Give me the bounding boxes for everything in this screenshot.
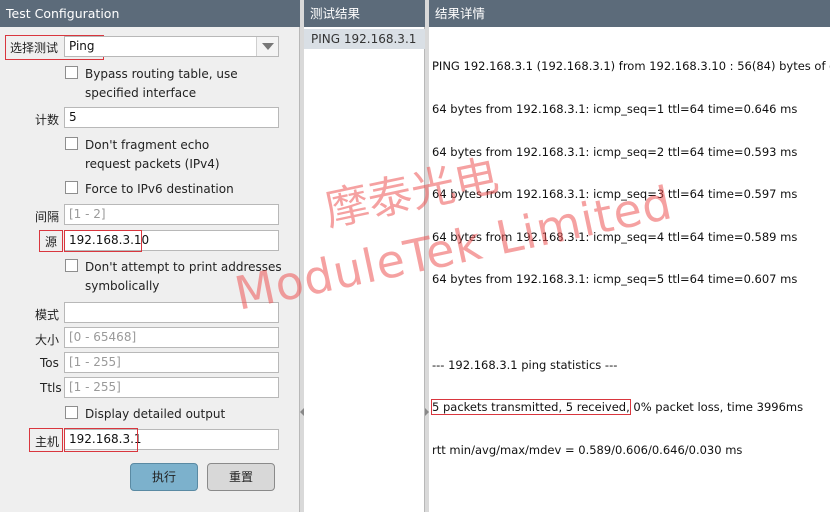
dont-fragment-option[interactable]: Don't fragment echo request packets (IPv… — [65, 136, 255, 174]
detailed-output-option[interactable]: Display detailed output — [65, 405, 285, 424]
test-results-title: 测试结果 — [304, 0, 425, 27]
count-label: 计数 — [35, 113, 60, 127]
detailed-output-checkbox[interactable] — [65, 406, 78, 419]
detailed-output-label: Display detailed output — [85, 407, 226, 421]
source-value-highlight — [64, 230, 142, 252]
tos-input[interactable]: [1 - 255] — [64, 352, 279, 373]
dont-fragment-checkbox[interactable] — [65, 137, 78, 150]
output-line: PING 192.168.3.1 (192.168.3.1) from 192.… — [432, 59, 830, 74]
size-input[interactable]: [0 - 65468] — [64, 327, 279, 348]
interval-input[interactable]: [1 - 2] — [64, 204, 279, 225]
dont-resolve-option[interactable]: Don't attempt to print addresses symboli… — [65, 258, 285, 296]
select-test-dropdown[interactable]: Ping — [64, 36, 279, 57]
dont-resolve-checkbox[interactable] — [65, 259, 78, 272]
output-line: 64 bytes from 192.168.3.1: icmp_seq=1 tt… — [432, 102, 798, 117]
select-test-value: Ping — [69, 39, 95, 53]
bypass-routing-label: Bypass routing table, use specified inte… — [85, 67, 238, 100]
test-configuration-panel: Test Configuration 选择测试 Ping Bypass rout… — [0, 0, 300, 512]
output-line: 64 bytes from 192.168.3.1: icmp_seq=5 tt… — [432, 272, 798, 287]
test-configuration-title: Test Configuration — [0, 0, 300, 27]
select-test-label: 选择测试 — [10, 41, 59, 55]
stats-highlight: 5 packets transmitted, 5 received, — [431, 399, 631, 416]
bypass-routing-option[interactable]: Bypass routing table, use specified inte… — [65, 65, 285, 103]
host-label: 主机 — [35, 435, 60, 449]
count-input[interactable]: 5 — [64, 107, 279, 128]
output-line: 64 bytes from 192.168.3.1: icmp_seq=2 tt… — [432, 144, 798, 159]
force-ipv6-label: Force to IPv6 destination — [85, 182, 234, 196]
size-label: 大小 — [35, 333, 60, 347]
ping-output: PING 192.168.3.1 (192.168.3.1) from 192.… — [431, 31, 830, 485]
ttls-label: Ttls — [40, 381, 62, 395]
rtt-line: rtt min/avg/max/mdev = 0.589/0.606/0.646… — [432, 442, 743, 457]
pattern-input[interactable] — [64, 302, 279, 323]
output-line: --- 192.168.3.1 ping statistics --- — [432, 357, 618, 372]
output-line-blank — [432, 315, 830, 329]
pattern-label: 模式 — [35, 308, 60, 322]
stats-line: 5 packets transmitted, 5 received, 0% pa… — [431, 399, 830, 416]
bypass-routing-checkbox[interactable] — [65, 66, 78, 79]
force-ipv6-checkbox[interactable] — [65, 181, 78, 194]
interval-label: 间隔 — [35, 210, 60, 224]
test-results-panel: 测试结果 PING 192.168.3.1 — [304, 0, 425, 512]
ttls-input[interactable]: [1 - 255] — [64, 377, 279, 398]
execute-button[interactable]: 执行 — [130, 463, 198, 491]
stats-rest: 0% packet loss, time 3996ms — [629, 400, 804, 415]
dont-resolve-label: Don't attempt to print addresses symboli… — [85, 260, 282, 293]
host-value-highlight — [64, 428, 138, 452]
tos-label: Tos — [40, 356, 59, 370]
result-list-item[interactable]: PING 192.168.3.1 — [304, 29, 425, 49]
source-label: 源 — [45, 235, 58, 249]
output-line: 64 bytes from 192.168.3.1: icmp_seq=4 tt… — [432, 229, 798, 244]
result-details-panel: 结果详情 PING 192.168.3.1 (192.168.3.1) from… — [429, 0, 830, 512]
reset-button[interactable]: 重置 — [207, 463, 275, 491]
output-line: 64 bytes from 192.168.3.1: icmp_seq=3 tt… — [432, 187, 798, 202]
force-ipv6-option[interactable]: Force to IPv6 destination — [65, 180, 285, 199]
chevron-down-icon[interactable] — [256, 37, 278, 56]
result-details-title: 结果详情 — [429, 0, 830, 27]
dont-fragment-label: Don't fragment echo request packets (IPv… — [85, 138, 220, 171]
